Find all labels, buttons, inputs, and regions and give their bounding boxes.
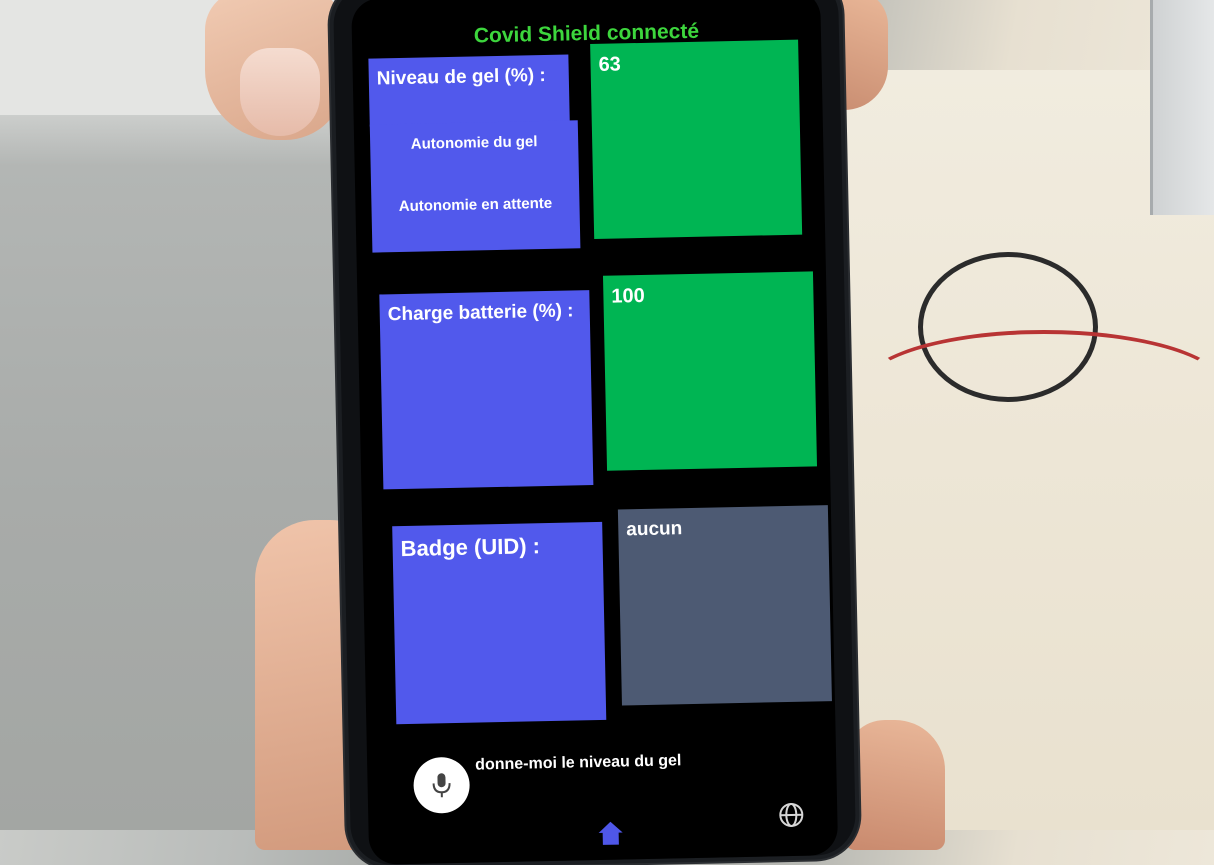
microphone-icon (429, 771, 454, 799)
voice-query-text: donne-moi le niveau du gel (475, 752, 682, 774)
autonomy-tile: Autonomie du gel Autonomie en attente (370, 120, 581, 252)
badge-label: Badge (UID) : (400, 533, 540, 562)
badge-value-tile: aucun (618, 505, 832, 705)
autonomy-gel-label[interactable]: Autonomie du gel (370, 132, 578, 153)
thumb-nail (240, 48, 320, 136)
gel-level-value: 63 (598, 53, 621, 76)
home-icon (596, 819, 625, 846)
microphone-button[interactable] (413, 757, 470, 814)
phone-screen: Covid Shield connecté Niveau de gel (%) … (351, 0, 838, 865)
battery-label: Charge batterie (%) : (388, 300, 574, 326)
battery-value-tile: 100 (603, 271, 817, 470)
globe-icon (778, 802, 805, 829)
web-nav-button[interactable] (778, 802, 805, 834)
battery-value: 100 (611, 285, 645, 309)
hand-finger-bottom (845, 720, 945, 850)
home-nav-button[interactable] (596, 819, 625, 851)
battery-label-tile: Charge batterie (%) : (379, 290, 593, 489)
badge-label-tile: Badge (UID) : (392, 522, 606, 724)
background-cable-2 (860, 330, 1214, 448)
gel-level-value-tile: 63 (590, 40, 802, 239)
badge-value: aucun (626, 518, 682, 541)
autonomy-standby-label[interactable]: Autonomie en attente (371, 194, 579, 215)
gel-level-label-tile: Niveau de gel (%) : (368, 54, 569, 126)
gel-level-label: Niveau de gel (%) : (377, 65, 546, 91)
background-device (1150, 0, 1214, 215)
phone-device: Covid Shield connecté Niveau de gel (%) … (333, 0, 856, 865)
